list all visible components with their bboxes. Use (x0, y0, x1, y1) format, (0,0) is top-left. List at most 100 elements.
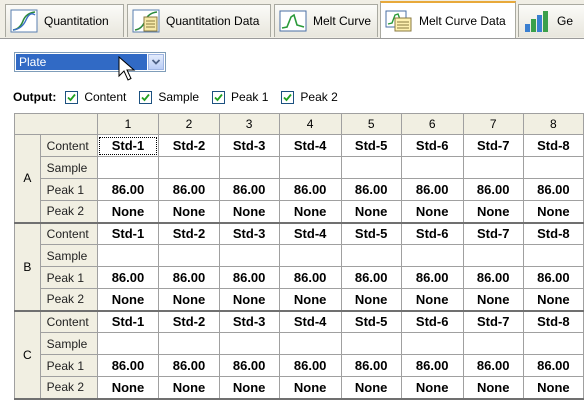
content-checkbox[interactable]: Content (65, 90, 126, 104)
well-A5-sample[interactable] (340, 156, 402, 179)
well-B8-peak1[interactable]: 86.00 (522, 266, 584, 289)
well-A1-content[interactable]: Std-1 (96, 134, 160, 157)
well-A5-peak1[interactable]: 86.00 (340, 178, 402, 201)
well-B8-content[interactable]: Std-8 (522, 222, 584, 245)
well-B6-peak2[interactable]: None (400, 288, 464, 312)
well-C2-peak1[interactable]: 86.00 (158, 354, 220, 377)
well-B8-sample[interactable] (522, 244, 584, 267)
well-C4-peak2[interactable]: None (278, 376, 342, 400)
well-C3-sample[interactable] (218, 332, 280, 355)
well-B6-peak1[interactable]: 86.00 (400, 266, 464, 289)
well-A4-peak2[interactable]: None (278, 200, 342, 224)
well-A8-content[interactable]: Std-8 (522, 134, 584, 157)
row-header-C[interactable]: C (14, 310, 41, 400)
well-C7-peak2[interactable]: None (462, 376, 524, 400)
well-B7-sample[interactable] (462, 244, 524, 267)
well-B6-content[interactable]: Std-6 (400, 222, 464, 245)
well-A3-content[interactable]: Std-3 (218, 134, 280, 157)
well-C1-peak1[interactable]: 86.00 (96, 354, 160, 377)
well-A4-sample[interactable] (278, 156, 342, 179)
well-C8-peak2[interactable]: None (522, 376, 584, 400)
well-A8-peak1[interactable]: 86.00 (522, 178, 584, 201)
well-A2-peak2[interactable]: None (158, 200, 220, 224)
sample-checkbox[interactable]: Sample (139, 90, 199, 104)
well-C6-peak1[interactable]: 86.00 (400, 354, 464, 377)
plate-select[interactable]: Plate (14, 52, 166, 72)
well-A6-sample[interactable] (400, 156, 464, 179)
well-A1-sample[interactable] (96, 156, 160, 179)
well-B1-peak2[interactable]: None (96, 288, 160, 312)
column-header-5[interactable]: 5 (340, 113, 402, 135)
well-C8-sample[interactable] (522, 332, 584, 355)
well-C6-sample[interactable] (400, 332, 464, 355)
well-C5-content[interactable]: Std-5 (340, 310, 402, 333)
well-B4-sample[interactable] (278, 244, 342, 267)
well-A8-peak2[interactable]: None (522, 200, 584, 224)
tab-melt-curve[interactable]: Melt Curve (274, 4, 378, 37)
well-C1-peak2[interactable]: None (96, 376, 160, 400)
well-C3-peak2[interactable]: None (218, 376, 280, 400)
well-A1-peak2[interactable]: None (96, 200, 160, 224)
peak1-checkbox[interactable]: Peak 1 (212, 90, 268, 104)
well-B5-sample[interactable] (340, 244, 402, 267)
well-B8-peak2[interactable]: None (522, 288, 584, 312)
well-C5-peak1[interactable]: 86.00 (340, 354, 402, 377)
well-A5-content[interactable]: Std-5 (340, 134, 402, 157)
well-B3-sample[interactable] (218, 244, 280, 267)
well-B2-sample[interactable] (158, 244, 220, 267)
well-C2-sample[interactable] (158, 332, 220, 355)
well-C6-content[interactable]: Std-6 (400, 310, 464, 333)
well-B5-peak1[interactable]: 86.00 (340, 266, 402, 289)
well-A7-content[interactable]: Std-7 (462, 134, 524, 157)
well-C1-content[interactable]: Std-1 (96, 310, 160, 333)
well-A4-peak1[interactable]: 86.00 (278, 178, 342, 201)
well-A2-content[interactable]: Std-2 (158, 134, 220, 157)
well-B6-sample[interactable] (400, 244, 464, 267)
well-A6-peak2[interactable]: None (400, 200, 464, 224)
well-B1-peak1[interactable]: 86.00 (96, 266, 160, 289)
well-B2-peak2[interactable]: None (158, 288, 220, 312)
well-A8-sample[interactable] (522, 156, 584, 179)
well-A3-peak1[interactable]: 86.00 (218, 178, 280, 201)
plate-select-dropdown-button[interactable] (148, 54, 164, 70)
well-B7-peak2[interactable]: None (462, 288, 524, 312)
well-B1-sample[interactable] (96, 244, 160, 267)
well-C5-sample[interactable] (340, 332, 402, 355)
row-header-A[interactable]: A (14, 134, 41, 224)
well-B7-content[interactable]: Std-7 (462, 222, 524, 245)
well-C7-peak1[interactable]: 86.00 (462, 354, 524, 377)
column-header-3[interactable]: 3 (218, 113, 280, 135)
well-A6-peak1[interactable]: 86.00 (400, 178, 464, 201)
tab-quantitation-data[interactable]: Quantitation Data (127, 4, 271, 37)
well-B3-peak2[interactable]: None (218, 288, 280, 312)
content-checkbox-box[interactable] (65, 90, 79, 104)
well-C2-peak2[interactable]: None (158, 376, 220, 400)
well-B3-content[interactable]: Std-3 (218, 222, 280, 245)
well-C8-content[interactable]: Std-8 (522, 310, 584, 333)
well-C4-peak1[interactable]: 86.00 (278, 354, 342, 377)
well-C3-peak1[interactable]: 86.00 (218, 354, 280, 377)
well-B2-content[interactable]: Std-2 (158, 222, 220, 245)
well-A7-peak2[interactable]: None (462, 200, 524, 224)
well-B5-peak2[interactable]: None (340, 288, 402, 312)
well-C6-peak2[interactable]: None (400, 376, 464, 400)
tab-melt-curve-data[interactable]: Melt Curve Data (380, 1, 516, 38)
well-C4-sample[interactable] (278, 332, 342, 355)
well-C3-content[interactable]: Std-3 (218, 310, 280, 333)
column-header-1[interactable]: 1 (96, 113, 160, 135)
well-A3-peak2[interactable]: None (218, 200, 280, 224)
well-A6-content[interactable]: Std-6 (400, 134, 464, 157)
well-B2-peak1[interactable]: 86.00 (158, 266, 220, 289)
well-B1-content[interactable]: Std-1 (96, 222, 160, 245)
grid-corner[interactable] (14, 113, 98, 135)
well-A7-sample[interactable] (462, 156, 524, 179)
row-header-B[interactable]: B (14, 222, 41, 312)
column-header-2[interactable]: 2 (158, 113, 220, 135)
well-C7-content[interactable]: Std-7 (462, 310, 524, 333)
column-header-8[interactable]: 8 (522, 113, 584, 135)
well-A4-content[interactable]: Std-4 (278, 134, 342, 157)
peak2-checkbox[interactable]: Peak 2 (281, 90, 338, 104)
tab-quantitation[interactable]: Quantitation (5, 4, 124, 37)
peak1-checkbox-box[interactable] (212, 90, 226, 104)
well-B5-content[interactable]: Std-5 (340, 222, 402, 245)
